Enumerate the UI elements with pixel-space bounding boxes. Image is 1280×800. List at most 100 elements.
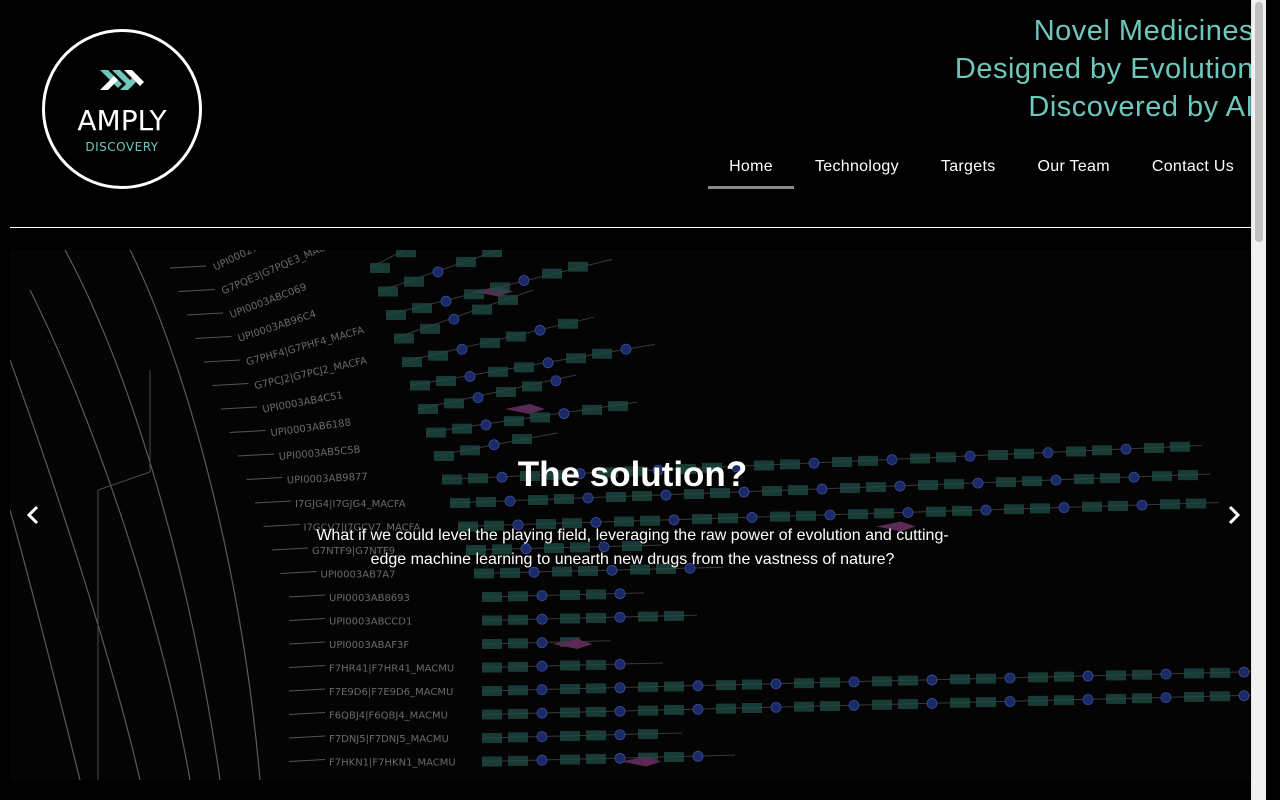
tree-leaf-line (220, 406, 258, 410)
domain-box (820, 701, 840, 712)
nav-item-home[interactable]: Home (708, 150, 794, 189)
domain-box (742, 679, 762, 690)
domain-box (394, 333, 414, 344)
tagline-2: Designed by Evolution (954, 53, 1254, 85)
domain-box (1160, 499, 1180, 510)
domain-box (472, 304, 492, 315)
logo-mark-icon (100, 70, 144, 90)
tree-branch (97, 370, 151, 780)
tree-label: UPI0003ABCCD1 (329, 617, 412, 628)
tree-leaf-line (212, 383, 249, 386)
domain-box (498, 294, 518, 305)
domain-dot (456, 343, 468, 355)
nav-item-technology[interactable]: Technology (794, 150, 920, 189)
domain-box (976, 673, 996, 684)
domain-dot (1136, 499, 1148, 511)
domain-box (482, 639, 502, 649)
domain-box (386, 310, 406, 320)
domain-box (638, 705, 658, 716)
domain-box (820, 677, 840, 688)
domain-dot (518, 275, 530, 286)
domain-dot (1004, 672, 1016, 684)
domain-box (496, 387, 516, 398)
hero-text: What if we could level the playing field… (316, 527, 949, 568)
domain-box (560, 707, 580, 718)
domain-box (1170, 441, 1190, 452)
tree-label: UPI0003AB4C51 (262, 390, 344, 416)
domain-box (872, 699, 892, 710)
domain-box (560, 684, 580, 695)
domain-box (566, 353, 586, 364)
domain-box (444, 398, 464, 409)
domain-box (428, 350, 448, 361)
domain-box (718, 513, 738, 524)
domain-dot (542, 357, 554, 369)
domain-box (560, 754, 580, 765)
domain-dot (902, 507, 914, 518)
domain-box (488, 366, 508, 377)
domain-dot (536, 660, 548, 672)
domain-dot (536, 707, 548, 719)
domain-box (452, 423, 472, 434)
domain-box (560, 590, 580, 601)
domain-box (506, 331, 526, 342)
domain-box (410, 380, 430, 391)
domain-box (716, 703, 736, 714)
domain-box (542, 268, 562, 279)
domain-dot (1238, 690, 1250, 702)
domain-box (1210, 667, 1230, 678)
domain-box (950, 697, 970, 708)
scrollbar-thumb[interactable] (1255, 2, 1263, 242)
domain-box (586, 730, 606, 741)
nav-item-contact-us[interactable]: Contact Us (1131, 150, 1255, 189)
taglines: Novel Medicines Designed by Evolution Di… (955, 12, 1254, 126)
domain-dot (980, 504, 992, 516)
domain-box (508, 732, 528, 743)
header-divider (10, 227, 1255, 228)
amply-logo[interactable]: AMPLY DISCOVERY (42, 29, 202, 189)
domain-box (638, 729, 658, 740)
domain-box (426, 427, 446, 438)
tree-label: UPI0003ABAF3F (329, 640, 409, 651)
domain-box (514, 362, 534, 373)
tree-leaf-line (288, 712, 326, 715)
tree-leaf-line (288, 665, 326, 668)
domain-box (1210, 691, 1230, 702)
domain-box (716, 680, 736, 691)
tree-arc (10, 359, 141, 780)
tree-label: F7HKN1|F7HKN1_MACMU (329, 758, 456, 769)
domain-dot (536, 684, 548, 696)
domain-box (796, 510, 816, 521)
tree-label: F7HR41|F7HR41_MACMU (329, 664, 454, 675)
tree-label: I7GJG4|I7GJG4_MACFA (295, 499, 406, 510)
domain-box (420, 323, 440, 334)
chevron-left-icon[interactable] (22, 503, 46, 527)
domain-box (976, 697, 996, 708)
domain-dot (536, 754, 548, 766)
tree-leaf-line (288, 618, 326, 621)
domain-box (482, 709, 502, 720)
domain-box (638, 611, 658, 622)
domain-dot (770, 678, 782, 690)
domain-box (554, 494, 574, 505)
domain-box (1092, 445, 1112, 456)
tree-arc (64, 250, 221, 780)
nav-item-targets[interactable]: Targets (920, 150, 1017, 189)
tree-leaf-line (288, 594, 326, 598)
domain-box (460, 445, 480, 456)
domain-box (504, 416, 524, 427)
domain-dot (536, 590, 548, 602)
tree-leaf-line (203, 359, 241, 363)
domain-box (874, 508, 894, 519)
domain-box (664, 751, 684, 762)
page-scrollbar[interactable] (1251, 0, 1266, 800)
tree-label: UPI0003AB8693 (329, 593, 410, 604)
chevron-right-icon[interactable] (1221, 503, 1245, 527)
domain-box (1028, 672, 1048, 683)
domain-dot (692, 703, 704, 715)
domain-dot (620, 343, 632, 355)
domain-dot (558, 408, 570, 420)
nav-item-our-team[interactable]: Our Team (1017, 150, 1131, 189)
tree-leaf-line (288, 641, 326, 645)
domain-box (482, 686, 502, 696)
